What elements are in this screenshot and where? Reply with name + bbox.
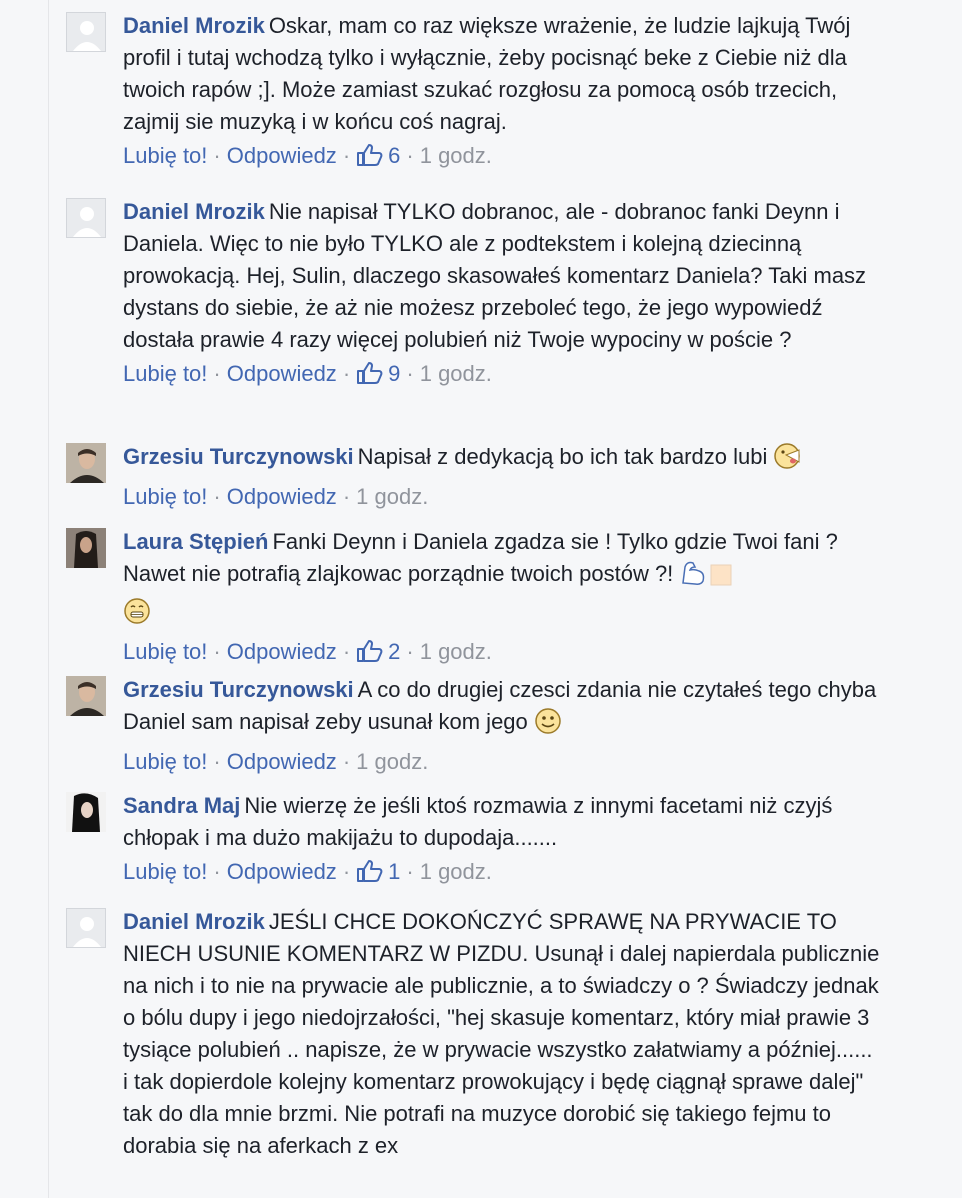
right-edge: [962, 0, 968, 1198]
like-link[interactable]: Lubię to!: [123, 859, 207, 884]
thumbs-up-icon: [356, 639, 384, 672]
comment-author[interactable]: Sandra Maj: [123, 793, 240, 818]
comment-text: Daniel Mrozik Nie napisał TYLKO dobranoc,…: [123, 199, 867, 352]
comment-text: Daniel Mrozik JEŚLI CHCE DOKOŃCZYĆ SPRAWĘ…: [123, 909, 880, 1158]
comment-actions: Lubię to! · Odpowiedz · 6 · 1 godz.: [123, 140, 883, 176]
like-link[interactable]: Lubię to!: [123, 639, 207, 664]
flexed-biceps-icon: [679, 559, 709, 596]
default-avatar-icon[interactable]: [66, 908, 106, 948]
thumbs-up-icon: [356, 361, 384, 394]
comment-author[interactable]: Grzesiu Turczynowski: [123, 444, 354, 469]
comment-actions: Lubię to! · Odpowiedz · 1 · 1 godz.: [123, 856, 883, 892]
profile-photo-avatar[interactable]: [66, 792, 106, 832]
comment-timestamp[interactable]: 1 godz.: [420, 639, 492, 664]
comment-timestamp[interactable]: 1 godz.: [420, 859, 492, 884]
smile-emoji-icon: [534, 707, 562, 744]
skin-tone-square-icon: [709, 563, 733, 596]
comment-actions: Lubię to! · Odpowiedz · 1 godz.: [123, 484, 429, 509]
comment-author[interactable]: Daniel Mrozik: [123, 13, 265, 38]
reply-link[interactable]: Odpowiedz: [227, 484, 337, 509]
comment-timestamp[interactable]: 1 godz.: [420, 361, 492, 386]
comment-text: Daniel Mrozik Oskar, mam co raz większe w…: [123, 13, 851, 134]
reply-link[interactable]: Odpowiedz: [227, 361, 337, 386]
default-avatar-icon[interactable]: [66, 12, 106, 52]
comment-actions: Lubię to! · Odpowiedz · 2 · 1 godz.: [123, 636, 883, 672]
default-avatar-icon[interactable]: [66, 198, 106, 238]
comment-actions: Lubię to! · Odpowiedz · 9 · 1 godz.: [123, 358, 883, 394]
comment-timestamp[interactable]: 1 godz.: [356, 484, 428, 509]
like-link[interactable]: Lubię to!: [123, 484, 207, 509]
like-count[interactable]: 9: [388, 361, 400, 386]
profile-photo-avatar[interactable]: [66, 676, 106, 716]
like-count[interactable]: 6: [388, 143, 400, 168]
reply-link[interactable]: Odpowiedz: [227, 749, 337, 774]
like-link[interactable]: Lubię to!: [123, 361, 207, 386]
comment-author[interactable]: Laura Stępień: [123, 529, 268, 554]
like-link[interactable]: Lubię to!: [123, 143, 207, 168]
profile-photo-avatar[interactable]: [66, 443, 106, 483]
tongue-emoji-icon: [773, 442, 801, 479]
comment-text: Sandra Maj Nie wierzę że jeśli ktoś rozma…: [123, 793, 833, 850]
comment-timestamp[interactable]: 1 godz.: [356, 749, 428, 774]
like-link[interactable]: Lubię to!: [123, 749, 207, 774]
like-count[interactable]: 2: [388, 639, 400, 664]
thumbs-up-icon: [356, 143, 384, 176]
comment-author[interactable]: Daniel Mrozik: [123, 909, 265, 934]
comment-actions: Lubię to! · Odpowiedz · 1 godz.: [123, 749, 429, 774]
comment-text: Laura Stępień Fanki Deynn i Daniela zgadz…: [123, 526, 883, 634]
comment-timestamp[interactable]: 1 godz.: [420, 143, 492, 168]
comment-text: Grzesiu Turczynowski Napisał z dedykacją …: [123, 441, 883, 479]
reply-link[interactable]: Odpowiedz: [227, 859, 337, 884]
comment-author[interactable]: Daniel Mrozik: [123, 199, 265, 224]
reply-link[interactable]: Odpowiedz: [227, 639, 337, 664]
profile-photo-avatar[interactable]: [66, 528, 106, 568]
comment-text: Grzesiu Turczynowski A co do drugiej czes…: [123, 674, 883, 744]
thumbs-up-icon: [356, 859, 384, 892]
grin-emoji-icon: [123, 597, 151, 634]
comment-author[interactable]: Grzesiu Turczynowski: [123, 677, 354, 702]
reply-link[interactable]: Odpowiedz: [227, 143, 337, 168]
like-count[interactable]: 1: [388, 859, 400, 884]
